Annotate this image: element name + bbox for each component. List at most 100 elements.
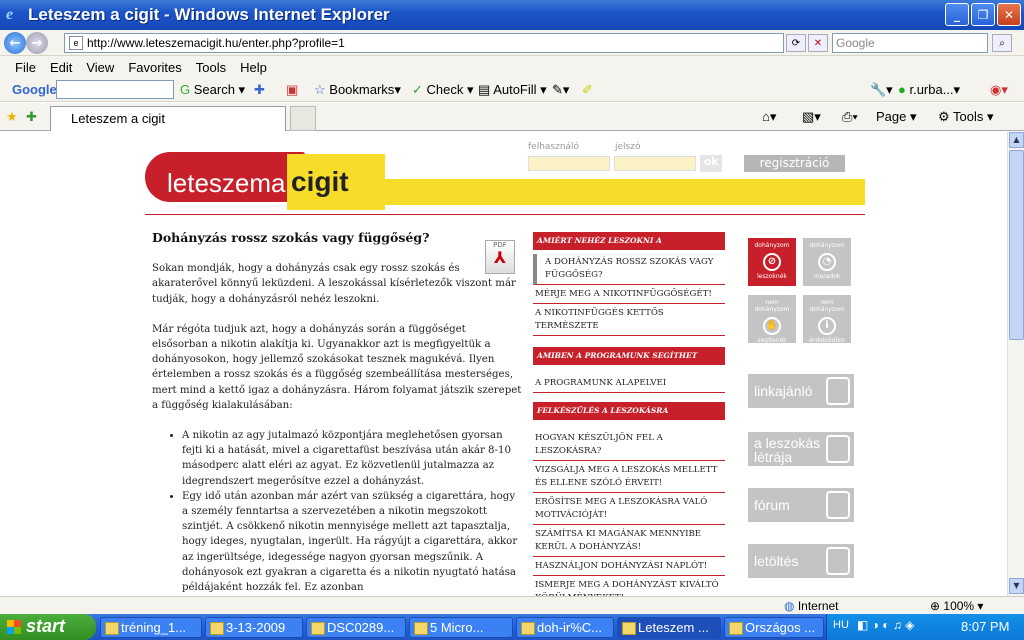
print-icon[interactable]: ⎙▾ (842, 109, 858, 125)
url-input[interactable]: e http://www.leteszemacigit.hu/enter.php?… (64, 33, 784, 53)
article-title: Dohányzás rossz szokás vagy függőség? (152, 230, 430, 245)
tab-label: Leteszem a cigit (71, 111, 165, 126)
section-link[interactable]: HASZNÁLJON DOHÁNYZÁSI NAPLÓT! (533, 558, 725, 576)
profile-smoker-quit[interactable]: dohányzom ⊘ leszoknék (748, 238, 796, 286)
autofill-button[interactable]: ▤ AutoFill ▾ (478, 82, 547, 98)
scroll-thumb[interactable] (1009, 150, 1024, 340)
section-link[interactable]: SZÁMÍTSA KI MAGÁNAK MENNYIBE KERÜL A DOH… (533, 526, 725, 557)
ie-icon: e (6, 6, 14, 23)
password-input[interactable] (614, 156, 696, 171)
pdf-icon[interactable]: PDF ⅄ (485, 240, 515, 274)
tray-icons[interactable]: ◧ ◑ ◐ ♫ ◈ (857, 618, 914, 632)
minimize-button[interactable]: _ (945, 3, 969, 26)
article-list: A nikotin az agy jutalmazó központjára m… (152, 428, 522, 595)
start-button[interactable]: start (0, 614, 96, 640)
scroll-up-icon[interactable]: ▲ (1009, 132, 1024, 148)
header-stripe (385, 179, 865, 205)
username-label: felhasználó (528, 142, 580, 152)
settings-icon[interactable]: ◉▾ (990, 82, 1008, 98)
check-button[interactable]: ✓ Check ▾ (412, 82, 474, 98)
new-tab-button[interactable] (290, 106, 316, 131)
menu-edit[interactable]: Edit (50, 60, 72, 75)
banner-letoltes[interactable]: letöltés (748, 544, 854, 578)
menu-file[interactable]: File (15, 60, 36, 75)
username-input[interactable] (528, 156, 610, 171)
section-link[interactable]: MÉRJE MEG A NIKOTINFÜGGŐSÉGÉT! (533, 286, 725, 304)
forum-icon (826, 491, 850, 519)
search-input[interactable]: Google (832, 33, 988, 53)
profile-nonsmoker-info[interactable]: nem dohányzom i érdeklődöm (803, 295, 851, 344)
section-header: AMIBEN A PROGRAMUNK SEGÍTHET (533, 347, 725, 365)
no-smoking-icon: ⊘ (763, 253, 781, 271)
section-link[interactable]: ISMERJE MEG A DOHÁNYZÁST KIVÁLTÓ KÖRÜLMÉ… (533, 577, 725, 596)
address-bar: ← → e http://www.leteszemacigit.hu/enter.… (0, 30, 1024, 56)
check-icon: ✓ (412, 82, 427, 97)
highlight-icon[interactable]: ✐ (582, 82, 593, 98)
language-indicator[interactable]: HU (833, 619, 849, 631)
section-header: AMIÉRT NEHÉZ LESZOKNI A DOHÁNYZÁSRÓL (533, 232, 725, 263)
home-icon[interactable]: ⌂▾ (762, 109, 776, 125)
logo-text-right: cigit (291, 166, 349, 197)
taskbar-item[interactable]: doh-ir%C... (516, 617, 614, 638)
stop-icon[interactable]: ✕ (808, 34, 828, 52)
refresh-icon[interactable]: ⟳ (786, 34, 806, 52)
ladder-icon (826, 435, 850, 463)
section-link[interactable]: VIZSGÁLJA MEG A LESZOKÁS MELLETT ÉS ELLE… (533, 462, 725, 493)
user-menu[interactable]: ● r.urba...▾ (898, 82, 960, 98)
section-menu: AMIÉRT NEHÉZ LESZOKNI A DOHÁNYZÁSRÓL A D… (533, 232, 725, 596)
taskbar-item[interactable]: DSC0289... (306, 617, 406, 638)
article-paragraph: Sokan mondják, hogy a dohányzás csak egy… (152, 263, 516, 305)
profile-nonsmoker-help[interactable]: nem dohányzom ✋ segítenék (748, 295, 796, 344)
window-title: Leteszem a cigit - Windows Internet Expl… (28, 5, 390, 24)
tools-menu[interactable]: ⚙ Tools ▾ (938, 109, 994, 125)
banner-forum[interactable]: fórum (748, 488, 854, 522)
site-logo[interactable]: leteszema cigit (145, 144, 390, 210)
wrench-icon[interactable]: 🔧▾ (870, 82, 893, 98)
menu-favorites[interactable]: Favorites (128, 60, 181, 75)
close-button[interactable]: ✕ (997, 3, 1021, 26)
banner-letra[interactable]: a leszokás létrája (748, 432, 854, 466)
page-icon: e (69, 36, 83, 50)
adobe-icon: ⅄ (493, 248, 507, 267)
taskbar-item[interactable]: 5 Micro... (409, 617, 513, 638)
banner-linkajanlo[interactable]: linkajánló (748, 374, 854, 408)
bookmarks-button[interactable]: ☆ Bookmarks▾ (314, 82, 401, 98)
menu-help[interactable]: Help (240, 60, 267, 75)
add-favorite-icon[interactable]: ✚ (26, 109, 37, 125)
popup-blocker-icon[interactable]: ▣ (286, 82, 298, 98)
page-menu[interactable]: Page ▾ (876, 109, 917, 125)
google-search-button[interactable]: G Search ▾ (180, 82, 245, 98)
section-link[interactable]: ERŐSÍTSE MEG A LESZOKÁSRA VALÓ MOTIVÁCIÓ… (533, 494, 725, 525)
zone-indicator: ◍ Internet (784, 599, 839, 613)
maximize-button[interactable]: ❐ (971, 3, 995, 26)
autofill-icon: ▤ (478, 82, 494, 97)
google-search-input[interactable] (56, 80, 174, 99)
pen-icon[interactable]: ✎▾ (552, 82, 569, 98)
profile-smoker-stay[interactable]: dohányzom ◔ maradok (803, 238, 851, 286)
favorites-star-icon[interactable]: ★ (6, 109, 18, 125)
taskbar-item[interactable]: Országos ... (724, 617, 824, 638)
zoom-control[interactable]: ⊕ 100% ▾ (930, 599, 983, 613)
taskbar: start tréning_1... 3-13-2009 DSC0289... … (0, 614, 1024, 640)
taskbar-item[interactable]: 3-13-2009 (205, 617, 303, 638)
page-viewport: leteszema cigit felhasználó jelszó ok re… (0, 132, 1007, 596)
star-icon: ☆ (314, 82, 330, 97)
scroll-down-icon[interactable]: ▼ (1009, 578, 1024, 594)
section-link[interactable]: A NIKOTINFÜGGÉS KETTŐS TERMÉSZETE (533, 305, 725, 336)
taskbar-item-active[interactable]: Leteszem ... (617, 617, 721, 638)
menu-tools[interactable]: Tools (196, 60, 226, 75)
section-link[interactable]: HOGYAN KÉSZÜLJÖN FEL A LESZOKÁSRA? (533, 424, 725, 461)
plus-icon[interactable]: ✚ (254, 82, 265, 98)
section-link[interactable]: A PROGRAMUNK ALAPELVEI (533, 369, 725, 393)
back-button[interactable]: ← (4, 32, 26, 54)
register-button[interactable]: regisztráció (744, 155, 845, 172)
forward-button[interactable]: → (26, 32, 48, 54)
tab-leteszem[interactable]: Leteszem a cigit (50, 106, 286, 131)
menu-view[interactable]: View (86, 60, 114, 75)
login-ok-button[interactable]: ok (700, 155, 722, 172)
section-link[interactable]: A DOHÁNYZÁS ROSSZ SZOKÁS VAGY FÜGGŐSÉG? (533, 254, 725, 285)
feeds-icon[interactable]: ▧▾ (802, 109, 821, 125)
taskbar-item[interactable]: tréning_1... (100, 617, 202, 638)
vertical-scrollbar[interactable]: ▲ ▼ (1007, 132, 1024, 596)
search-icon[interactable]: ⌕ (992, 34, 1012, 52)
